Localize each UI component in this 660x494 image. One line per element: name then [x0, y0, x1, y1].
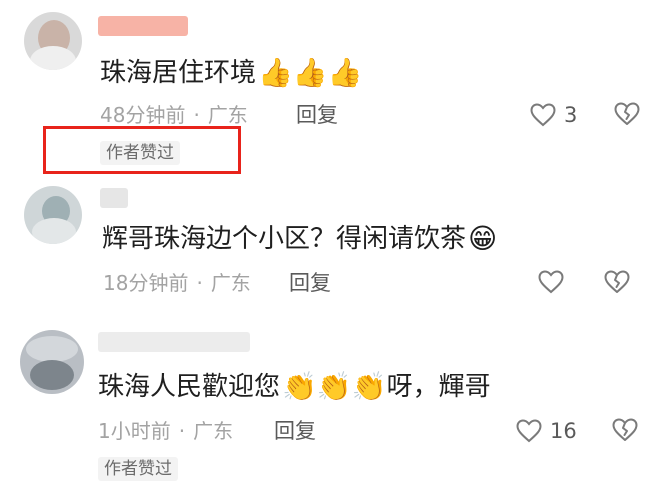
like-button[interactable]: 3	[530, 102, 577, 128]
reply-button[interactable]: 回复	[274, 418, 316, 444]
like-count: 3	[564, 103, 578, 127]
comment-time: 18分钟前	[103, 271, 189, 295]
comment-text: 珠海人民歡迎您 👏👏👏 呀，輝哥	[98, 370, 491, 404]
heart-outline-icon	[538, 270, 564, 294]
dislike-button[interactable]	[612, 418, 638, 446]
comment-item: 珠海居住环境 👍👍👍 48分钟前 · 广东 回复 3 作者赞过	[0, 0, 660, 180]
meta-separator: ·	[193, 103, 200, 127]
comment-time: 1小时前	[98, 419, 171, 443]
username-blurred[interactable]	[98, 16, 188, 36]
meta-separator: ·	[196, 271, 203, 295]
comment-text-body: 珠海人民歡迎您	[98, 372, 281, 402]
meta-separator: ·	[178, 419, 186, 443]
comment-time: 48分钟前	[100, 103, 186, 127]
comment-meta: 48分钟前 · 广东	[100, 102, 248, 128]
reply-button[interactable]: 回复	[289, 270, 331, 296]
comment-meta: 1小时前 · 广东	[98, 418, 233, 444]
author-liked-badge: 作者赞过	[98, 457, 178, 481]
heart-outline-icon	[530, 103, 556, 127]
avatar[interactable]	[20, 330, 84, 394]
comment-location: 广东	[207, 103, 248, 127]
comment-location: 广东	[193, 419, 234, 443]
username-blurred[interactable]	[98, 332, 250, 352]
comment-text: 珠海居住环境 👍👍👍	[100, 56, 363, 90]
comment-item: 辉哥珠海边个小区？得闲请饮茶 😁 18分钟前 · 广东 回复	[0, 180, 660, 320]
comment-location: 广东	[210, 271, 251, 295]
broken-heart-icon	[612, 418, 638, 441]
comment-list: 珠海居住环境 👍👍👍 48分钟前 · 广东 回复 3 作者赞过 辉哥珠海边个小区…	[0, 0, 660, 494]
like-button[interactable]	[538, 270, 572, 294]
comment-text: 辉哥珠海边个小区？得闲请饮茶 😁	[102, 222, 497, 256]
comment-item: 珠海人民歡迎您 👏👏👏 呀，輝哥 1小时前 · 广东 回复 16 作者赞过	[0, 320, 660, 494]
highlight-box	[43, 126, 241, 174]
thumbs-up-emoji: 👍👍👍	[258, 56, 363, 89]
like-count: 16	[550, 419, 577, 443]
comment-text-body: 辉哥珠海边个小区？得闲请饮茶	[102, 224, 467, 254]
dislike-button[interactable]	[614, 102, 640, 130]
dislike-button[interactable]	[604, 270, 630, 298]
clapping-emoji: 👏👏👏	[282, 370, 387, 403]
comment-text-suffix: 呀，輝哥	[386, 372, 491, 402]
comment-text-body: 珠海居住环境	[100, 58, 257, 88]
avatar[interactable]	[24, 186, 82, 244]
broken-heart-icon	[614, 102, 640, 125]
grinning-emoji: 😁	[468, 222, 498, 255]
reply-button[interactable]: 回复	[296, 102, 338, 128]
comment-meta: 18分钟前 · 广东	[103, 270, 251, 296]
like-button[interactable]: 16	[516, 418, 577, 444]
broken-heart-icon	[604, 270, 630, 293]
username-blurred[interactable]	[100, 188, 128, 208]
avatar[interactable]	[24, 12, 82, 70]
heart-outline-icon	[516, 419, 542, 443]
